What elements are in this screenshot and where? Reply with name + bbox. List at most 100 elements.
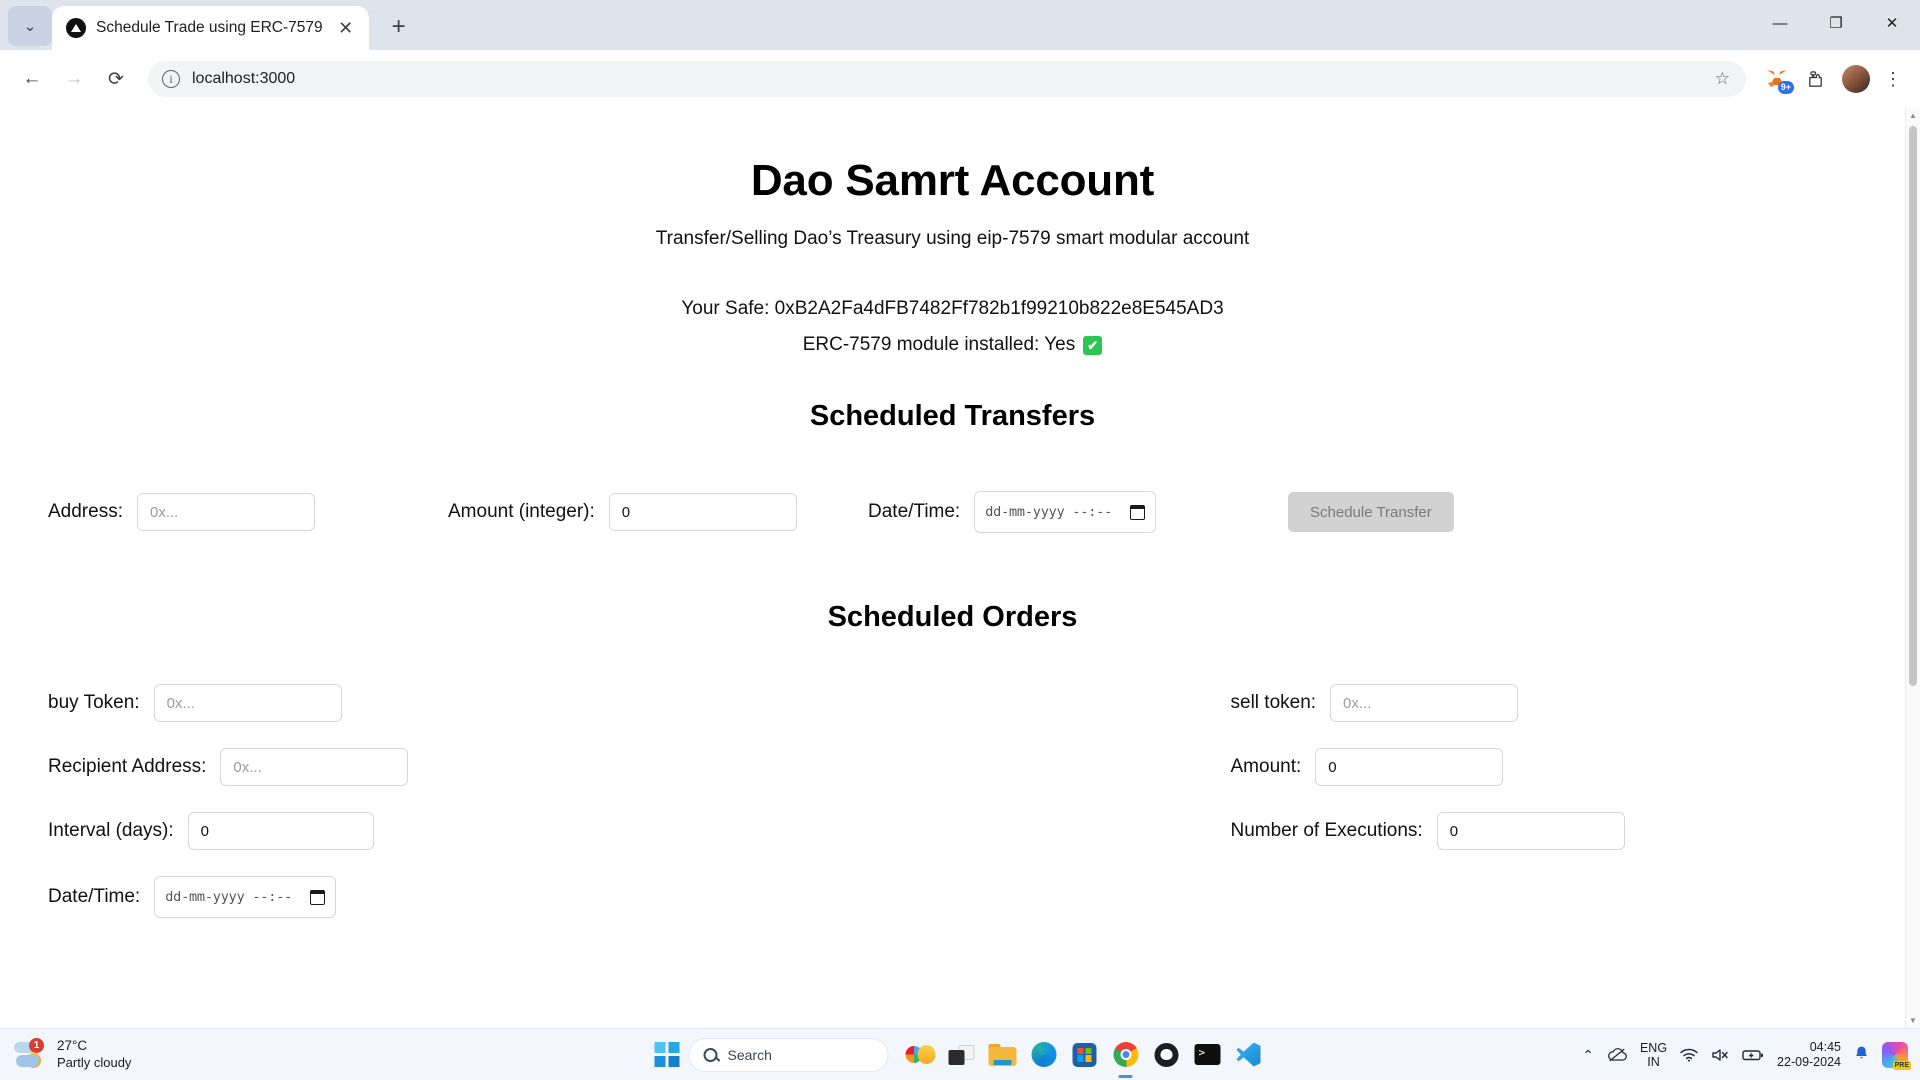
scheduled-transfers-form: Address: Amount (integer): Date/Time: dd… xyxy=(0,491,1905,533)
show-hidden-icons-icon[interactable]: ⌃ xyxy=(1582,1047,1594,1064)
order-datetime-label: Date/Time: xyxy=(48,886,141,907)
extensions-puzzle-icon[interactable] xyxy=(1798,62,1832,96)
transfer-address-field: Address: xyxy=(48,493,448,531)
calendar-icon[interactable] xyxy=(1130,504,1146,520)
vs-code-icon[interactable] xyxy=(1232,1038,1266,1072)
back-button[interactable]: ← xyxy=(14,61,50,97)
system-tray: ⌃ ENG IN 04:45 22-09-2024 PRE xyxy=(1582,1029,1920,1080)
weather-temperature: 27°C xyxy=(57,1037,88,1053)
order-amount-label: Amount: xyxy=(1230,756,1302,777)
scheduled-orders-heading: Scheduled Orders xyxy=(827,601,1078,633)
scroll-up-arrow-icon[interactable]: ▲ xyxy=(1906,108,1920,123)
copilot-icon[interactable]: PRE xyxy=(1882,1042,1911,1070)
microsoft-store-icon[interactable] xyxy=(1068,1038,1102,1072)
transfer-address-label: Address: xyxy=(48,501,123,522)
module-status-text: ERC-7579 module installed: Yes xyxy=(802,334,1076,355)
tab-strip: ⌄ Schedule Trade using ERC-7579 ✕ + — ❐ … xyxy=(0,0,1920,50)
page-subtitle: Transfer/Selling Dao’s Treasury using ei… xyxy=(655,228,1250,249)
scrollbar-thumb[interactable] xyxy=(1909,126,1917,686)
sell-token-field: sell token: xyxy=(953,684,1858,722)
minimize-window-button[interactable]: — xyxy=(1752,0,1808,46)
buy-token-input[interactable] xyxy=(153,684,342,722)
order-amount-input[interactable] xyxy=(1315,748,1504,786)
order-amount-field: Amount: xyxy=(953,748,1858,786)
weather-widget[interactable]: 1 27°C Partly cloudy xyxy=(0,1037,131,1071)
check-mark-icon: ✔ xyxy=(1083,335,1103,355)
browser-tab[interactable]: Schedule Trade using ERC-7579 ✕ xyxy=(52,6,369,50)
order-datetime-field: Date/Time: dd-mm-yyyy --:-- xyxy=(48,876,953,918)
buy-token-field: buy Token: xyxy=(48,684,953,722)
weather-text: 27°C Partly cloudy xyxy=(57,1038,131,1071)
executions-label: Number of Executions: xyxy=(1230,820,1423,841)
tab-title: Schedule Trade using ERC-7579 xyxy=(96,19,323,36)
transfer-amount-input[interactable] xyxy=(608,493,797,531)
clock-time: 04:45 xyxy=(1809,1040,1841,1054)
start-button-icon[interactable] xyxy=(654,1042,680,1067)
weather-condition: Partly cloudy xyxy=(57,1054,132,1070)
browser-toolbar: ← → ⟳ i localhost:3000 ☆ 9+ ⋮ xyxy=(0,50,1920,108)
close-tab-icon[interactable]: ✕ xyxy=(333,15,359,41)
scroll-down-arrow-icon[interactable]: ▼ xyxy=(1906,1013,1920,1028)
window-controls: — ❐ ✕ xyxy=(1752,0,1920,46)
task-view-icon[interactable] xyxy=(945,1038,979,1072)
language-indicator[interactable]: ENG IN xyxy=(1640,1041,1667,1070)
taskbar-center: Search xyxy=(654,1037,1266,1072)
browser-window: ⌄ Schedule Trade using ERC-7579 ✕ + — ❐ … xyxy=(0,0,1920,1080)
interval-days-input[interactable] xyxy=(187,812,374,850)
taskbar-search-box[interactable]: Search xyxy=(688,1037,889,1072)
wifi-icon[interactable] xyxy=(1680,1048,1698,1062)
transfer-datetime-field: Date/Time: dd-mm-yyyy --:-- xyxy=(868,491,1288,533)
terminal-icon[interactable] xyxy=(1191,1038,1225,1072)
schedule-transfer-button[interactable]: Schedule Transfer xyxy=(1288,492,1454,532)
page-scrollbar[interactable]: ▲ ▼ xyxy=(1905,108,1920,1028)
onedrive-offline-icon[interactable] xyxy=(1607,1048,1627,1062)
page-viewport: Dao Samrt Account Transfer/Selling Dao’s… xyxy=(0,108,1920,1028)
battery-charging-icon[interactable] xyxy=(1742,1048,1764,1062)
interval-days-field: Interval (days): xyxy=(48,812,953,850)
close-window-button[interactable]: ✕ xyxy=(1864,0,1920,46)
address-bar[interactable]: i localhost:3000 ☆ xyxy=(148,61,1746,97)
notifications-bell-icon[interactable] xyxy=(1854,1045,1869,1065)
github-desktop-icon[interactable] xyxy=(1150,1038,1184,1072)
tab-search-button[interactable]: ⌄ xyxy=(8,6,52,46)
toolbar-actions: 9+ ⋮ xyxy=(1760,62,1906,96)
extension-badge-count: 9+ xyxy=(1777,81,1794,94)
windows-taskbar: 1 27°C Partly cloudy Search > ⌃ ENG IN 0… xyxy=(0,1028,1920,1080)
file-explorer-icon[interactable] xyxy=(986,1038,1020,1072)
chevron-down-icon: ⌄ xyxy=(23,18,37,35)
reload-button[interactable]: ⟳ xyxy=(98,61,134,97)
transfer-datetime-label: Date/Time: xyxy=(868,501,961,522)
language-primary: ENG xyxy=(1639,1040,1668,1055)
volume-muted-icon[interactable] xyxy=(1711,1048,1729,1062)
transfer-datetime-input[interactable]: dd-mm-yyyy --:-- xyxy=(974,491,1157,533)
site-info-icon[interactable]: i xyxy=(162,70,180,88)
module-status-line: ERC-7579 module installed: Yes ✔ xyxy=(0,334,1905,356)
interval-days-label: Interval (days): xyxy=(48,820,174,841)
weather-badge-count: 1 xyxy=(29,1037,44,1053)
browser-menu-icon[interactable]: ⋮ xyxy=(1880,69,1906,90)
microsoft-edge-icon[interactable] xyxy=(1027,1038,1061,1072)
google-chrome-icon[interactable] xyxy=(1109,1038,1143,1072)
forward-button: → xyxy=(64,68,84,89)
calendar-icon[interactable] xyxy=(310,889,326,905)
metamask-extension-icon[interactable]: 9+ xyxy=(1760,62,1794,96)
transfer-address-input[interactable] xyxy=(136,493,315,531)
page-content: Dao Samrt Account Transfer/Selling Dao’s… xyxy=(0,108,1905,1028)
order-datetime-value: dd-mm-yyyy --:-- xyxy=(165,889,293,905)
sell-token-label: sell token: xyxy=(1230,692,1317,713)
new-tab-button[interactable]: + xyxy=(379,7,419,47)
profile-avatar[interactable] xyxy=(1842,65,1870,93)
taskbar-app-icons xyxy=(904,1038,1266,1072)
executions-input[interactable] xyxy=(1436,812,1625,850)
recipient-address-label: Recipient Address: xyxy=(48,756,207,777)
safe-triangle-icon xyxy=(66,18,86,38)
widgets-weather-icon[interactable] xyxy=(904,1038,938,1072)
bookmark-star-icon[interactable]: ☆ xyxy=(1715,69,1730,89)
recipient-address-input[interactable] xyxy=(220,748,409,786)
order-datetime-input[interactable]: dd-mm-yyyy --:-- xyxy=(154,876,337,918)
copilot-preview-badge: PRE xyxy=(1892,1061,1911,1070)
partly-cloudy-icon: 1 xyxy=(14,1037,48,1070)
sell-token-input[interactable] xyxy=(1330,684,1519,722)
maximize-window-button[interactable]: ❐ xyxy=(1808,0,1864,46)
clock-widget[interactable]: 04:45 22-09-2024 xyxy=(1777,1040,1841,1070)
